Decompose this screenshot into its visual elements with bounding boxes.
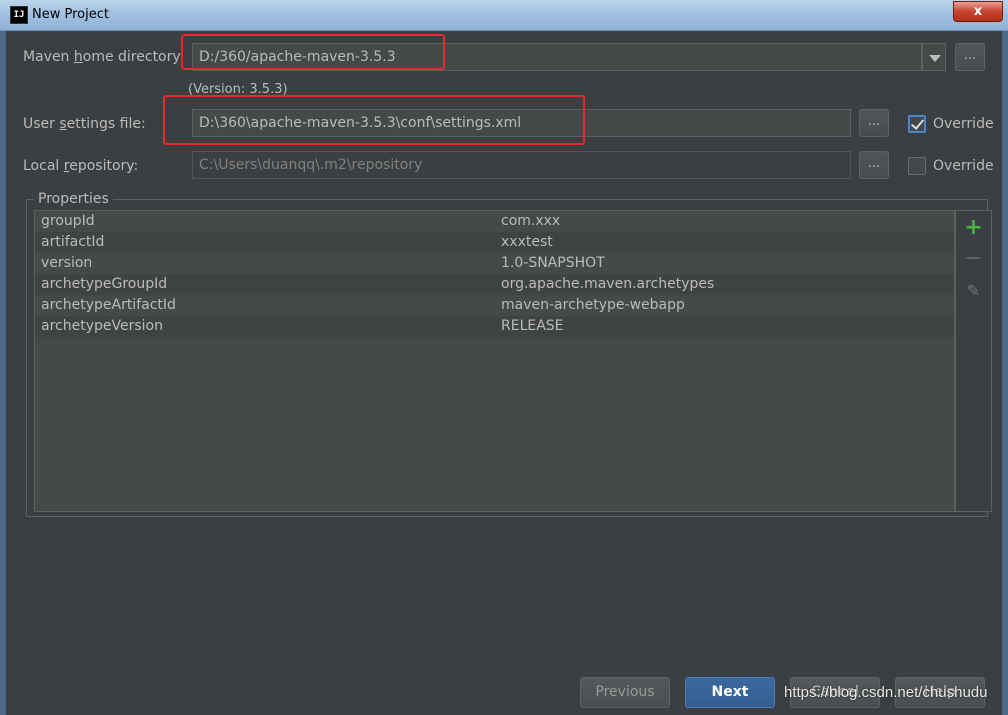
user-settings-label-pre: User <box>23 116 60 132</box>
chevron-down-icon[interactable] <box>922 43 946 71</box>
property-value: org.apache.maven.archetypes <box>501 276 715 292</box>
properties-title: Properties <box>34 191 113 207</box>
maven-home-label-post: ome directory: <box>82 49 185 65</box>
table-row[interactable]: artifactId xxxtest <box>35 232 954 253</box>
user-settings-label-mnemonic: s <box>59 116 67 132</box>
properties-table: groupId com.xxx artifactId xxxtest versi… <box>34 210 955 512</box>
highlight-box-maven-home <box>181 34 445 70</box>
title-bar: IJ New Project x <box>0 0 1008 31</box>
user-settings-override-label: Override <box>933 116 994 132</box>
property-value: xxxtest <box>501 234 553 250</box>
background-window-edge-right <box>1002 0 1008 715</box>
watermark-text: https://blog.csdn.net/chushudu <box>784 684 988 701</box>
local-repository-input[interactable]: C:\Users\duanqq\.m2\repository <box>192 151 851 179</box>
local-repository-label: Local repository: <box>23 158 138 174</box>
property-value: com.xxx <box>501 213 561 229</box>
pencil-icon[interactable]: ✎ <box>956 277 991 305</box>
local-repository-label-pre: Local <box>23 158 64 174</box>
previous-button[interactable]: Previous <box>580 677 670 708</box>
property-value: 1.0-SNAPSHOT <box>501 255 605 271</box>
table-row[interactable]: groupId com.xxx <box>35 211 954 232</box>
user-settings-override-checkbox[interactable] <box>908 115 926 133</box>
maven-home-label-mnemonic: h <box>73 49 83 65</box>
window-title: New Project <box>32 7 109 22</box>
highlight-box-user-settings <box>163 95 585 145</box>
local-repository-browse-button[interactable]: ... <box>859 151 889 179</box>
next-button[interactable]: Next <box>685 677 775 708</box>
local-repository-override-checkbox[interactable] <box>908 157 926 175</box>
local-repository-label-post: epository: <box>69 158 139 174</box>
property-value: maven-archetype-webapp <box>501 297 685 313</box>
property-key: artifactId <box>41 234 105 250</box>
property-key: archetypeVersion <box>41 318 163 334</box>
dialog-content: Maven home directory: D:/360/apache-mave… <box>6 31 1002 715</box>
table-row[interactable]: archetypeGroupId org.apache.maven.archet… <box>35 274 954 295</box>
user-settings-label: User settings file: <box>23 116 146 132</box>
user-settings-browse-button[interactable]: ... <box>859 109 889 137</box>
property-key: archetypeGroupId <box>41 276 168 292</box>
user-settings-label-post: ettings file: <box>66 116 146 132</box>
property-key: groupId <box>41 213 95 229</box>
table-row[interactable]: version 1.0-SNAPSHOT <box>35 253 954 274</box>
plus-icon[interactable]: + <box>956 214 991 242</box>
maven-home-label-pre: Maven <box>23 49 74 65</box>
property-key: archetypeArtifactId <box>41 297 176 313</box>
property-key: version <box>41 255 93 271</box>
property-value: RELEASE <box>501 318 564 334</box>
properties-toolbar: + − ✎ <box>955 210 992 512</box>
intellij-app-icon: IJ <box>10 6 28 24</box>
table-row[interactable]: archetypeVersion RELEASE <box>35 316 954 337</box>
minus-icon[interactable]: − <box>956 245 991 273</box>
table-row[interactable]: archetypeArtifactId maven-archetype-weba… <box>35 295 954 316</box>
window-close-button[interactable]: x <box>953 1 1003 22</box>
maven-home-label: Maven home directory: <box>23 49 184 65</box>
maven-home-browse-button[interactable]: ... <box>955 43 985 71</box>
local-repository-override-label: Override <box>933 158 994 174</box>
